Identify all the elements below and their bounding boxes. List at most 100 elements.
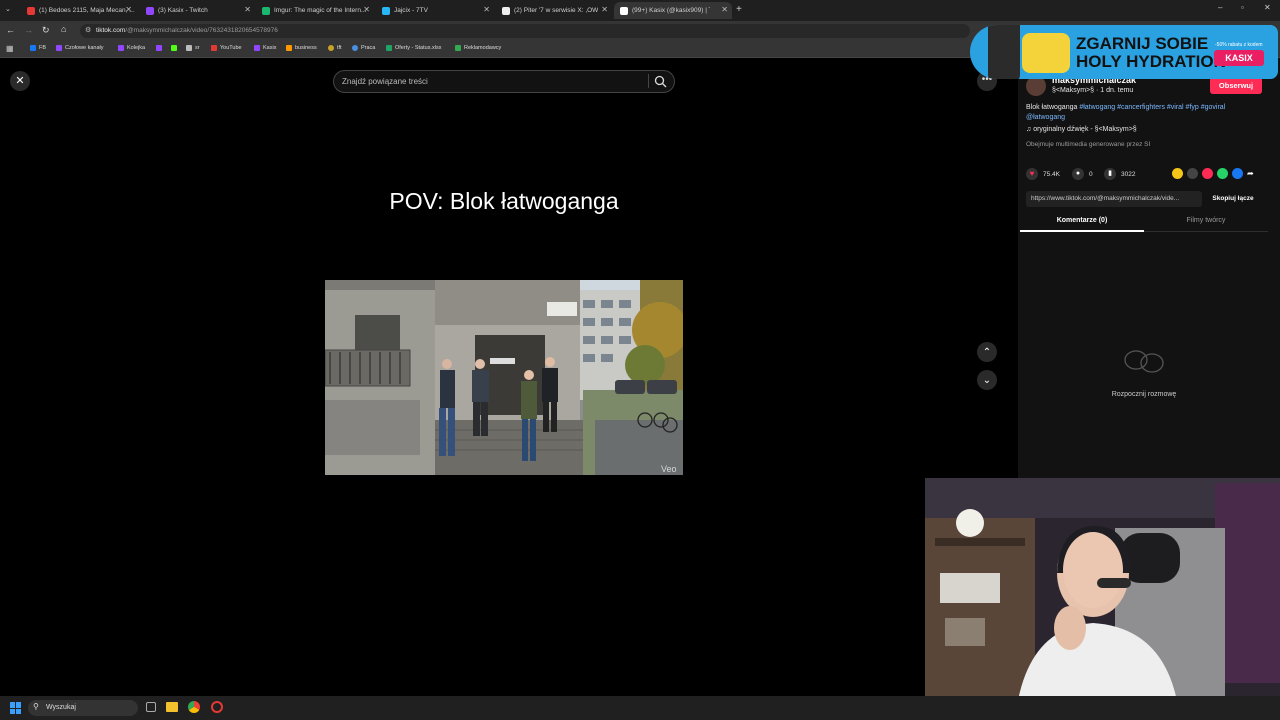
bookmark-oferty[interactable]: Oferty - Status.xlsx <box>386 45 441 51</box>
sound-row[interactable]: ♫ oryginalny dźwięk - §<Maksym>§ <box>1026 126 1137 133</box>
bottle-image <box>988 25 1020 79</box>
video-description: Blok łatwoganga #łatwogang #cancerfighte… <box>1026 103 1258 122</box>
tab-title: (2) Piter '7 w serwisie X: ,OWN... <box>514 7 598 14</box>
file-explorer-icon[interactable] <box>166 702 178 712</box>
tab-youtube[interactable]: (1) Bedoes 2115, Maja Mecan, ... ✕ <box>21 2 136 19</box>
bookmark-kick[interactable] <box>171 45 180 51</box>
bookmark-fb[interactable]: FB <box>30 45 46 51</box>
bookmark-youtube[interactable]: YouTube <box>211 45 242 51</box>
window-restore-button[interactable]: ▫ <box>1241 3 1244 12</box>
repost-icon[interactable] <box>1202 168 1213 179</box>
bookmark-praca[interactable]: Praca <box>352 45 375 51</box>
ad-headline-1: ZGARNIJ SOBIE <box>1076 34 1209 53</box>
new-tab-button[interactable]: + <box>736 4 742 15</box>
site-info-icon[interactable]: ⚙ <box>85 26 91 34</box>
tiktok-icon <box>620 6 628 15</box>
video-frame-image: Veo <box>325 280 683 475</box>
veo-watermark: Veo <box>661 464 677 474</box>
bookmark-label: FB <box>39 45 47 51</box>
candy-image <box>1022 33 1070 73</box>
tab-comments[interactable]: Komentarze (0) <box>1020 217 1144 224</box>
excel-icon <box>386 45 392 51</box>
kick-icon <box>171 45 177 51</box>
coin-icon[interactable] <box>1172 168 1183 179</box>
bookmark-reklamodawcy[interactable]: Reklamodawcy <box>455 45 501 51</box>
windows-start-icon[interactable] <box>10 702 22 714</box>
twitch-icon <box>156 45 162 51</box>
bookmark-label: sr <box>195 45 200 51</box>
tab-twitch[interactable]: (3) Kasix - Twitch ✕ <box>140 2 255 19</box>
video-link-field[interactable]: https://www.tiktok.com/@maksymmichalczak… <box>1026 191 1202 207</box>
bookmark-sr[interactable]: sr <box>186 45 200 51</box>
close-icon[interactable]: ✕ <box>721 5 728 14</box>
tab-tiktok[interactable]: (99+) Kasix (@kasix909) | Ti... ✕ <box>614 2 732 19</box>
tab-title: (3) Kasix - Twitch <box>158 7 208 14</box>
author-meta: §<Maksym>§ · 1 dn. temu <box>1052 87 1134 94</box>
whatsapp-icon[interactable] <box>1217 168 1228 179</box>
ad-small-text: -50% rabatu z kodem <box>1215 42 1263 48</box>
tab-imgur[interactable]: Imgur: The magic of the Intern... ✕ <box>256 2 374 19</box>
app-icon[interactable] <box>211 701 223 713</box>
bookmark-label: Praca <box>361 45 376 51</box>
search-icon[interactable] <box>654 75 667 88</box>
save-count: 3022 <box>1121 170 1136 178</box>
home-button[interactable]: ⌂ <box>61 24 66 34</box>
search-input[interactable]: Znajdź powiązane treści <box>333 70 675 93</box>
embed-icon[interactable] <box>1187 168 1198 179</box>
task-view-icon[interactable] <box>146 702 156 712</box>
search-divider <box>648 74 649 88</box>
close-icon[interactable]: ✕ <box>363 5 370 14</box>
author-avatar[interactable] <box>1026 76 1046 96</box>
reload-button[interactable]: ↻ <box>42 25 50 36</box>
window-close-button[interactable]: ✕ <box>1264 3 1271 12</box>
youtube-icon <box>27 6 35 15</box>
comment-count: 0 <box>1089 170 1093 178</box>
back-button[interactable]: ← <box>6 25 15 35</box>
comment-button[interactable]: ● 0 <box>1072 168 1093 180</box>
bookmark-czolowe[interactable]: Czołowe kanały <box>56 45 104 51</box>
share-arrow-icon[interactable]: ➦ <box>1247 168 1258 179</box>
taskbar-search[interactable]: Wyszukaj <box>28 700 138 716</box>
close-icon[interactable]: ✕ <box>483 5 490 14</box>
follow-button[interactable]: Obserwuj <box>1210 77 1262 94</box>
sponsor-banner: -50% rabatu z kodem ZGARNIJ SOBIE HOLY H… <box>970 25 1278 79</box>
bookmark-kasix[interactable]: Kasix <box>254 45 276 51</box>
save-button[interactable]: ▮ 3022 <box>1104 168 1135 180</box>
bookmark-kolejka[interactable]: Kolejka <box>118 45 145 51</box>
tab-x[interactable]: (2) Piter '7 w serwisie X: ,OWN...✕ <box>496 2 612 19</box>
twitch-icon <box>56 45 62 51</box>
url-field[interactable]: tiktok.com/@maksymmichalczak/video/76324… <box>80 24 970 38</box>
facebook-icon[interactable] <box>1232 168 1243 179</box>
bookmark-business[interactable]: business <box>286 45 317 51</box>
ai-content-note: Obejmuje multimedia generowane przez SI <box>1026 141 1151 148</box>
chrome-icon[interactable] <box>188 701 200 713</box>
bookmark-label: business <box>295 45 317 51</box>
apps-icon[interactable]: ▦ <box>6 44 14 53</box>
bookmark-tft[interactable]: tft <box>328 45 342 51</box>
close-icon[interactable]: ✕ <box>244 5 251 14</box>
music-note-icon: ♫ <box>1026 126 1032 133</box>
close-icon[interactable]: ✕ <box>601 5 608 14</box>
bookmark-twitch[interactable] <box>156 45 165 51</box>
search-placeholder: Znajdź powiązane treści <box>342 77 428 86</box>
tab-creator-videos[interactable]: Filmy twórcy <box>1144 217 1268 224</box>
tab-7tv[interactable]: Jajcix - 7TV ✕ <box>376 2 494 19</box>
search-icon: ⚲ <box>33 702 39 711</box>
like-button[interactable]: ♥ 75.4K <box>1026 168 1060 180</box>
chart-icon <box>286 45 292 51</box>
twitch-icon <box>146 6 154 15</box>
tab-title: Imgur: The magic of the Intern... <box>274 7 366 14</box>
heart-icon: ♥ <box>1026 168 1038 180</box>
url-path: /@maksymmichalczak/video/763243182065457… <box>125 27 278 34</box>
close-icon[interactable]: ✕ <box>125 5 132 14</box>
previous-video-button[interactable]: ⌃ <box>977 342 997 362</box>
imgur-icon <box>262 6 270 15</box>
forward-button[interactable]: → <box>24 25 33 35</box>
globe-icon <box>352 45 358 51</box>
chevron-up-icon: ⌃ <box>982 346 992 358</box>
window-minimize-button[interactable]: – <box>1218 3 1222 12</box>
close-video-button[interactable]: ✕ <box>10 71 30 91</box>
copy-link-button[interactable]: Skopiuj łącze <box>1204 191 1262 207</box>
tab-search-button[interactable]: ⌄ <box>5 5 15 15</box>
next-video-button[interactable]: ⌄ <box>977 370 997 390</box>
